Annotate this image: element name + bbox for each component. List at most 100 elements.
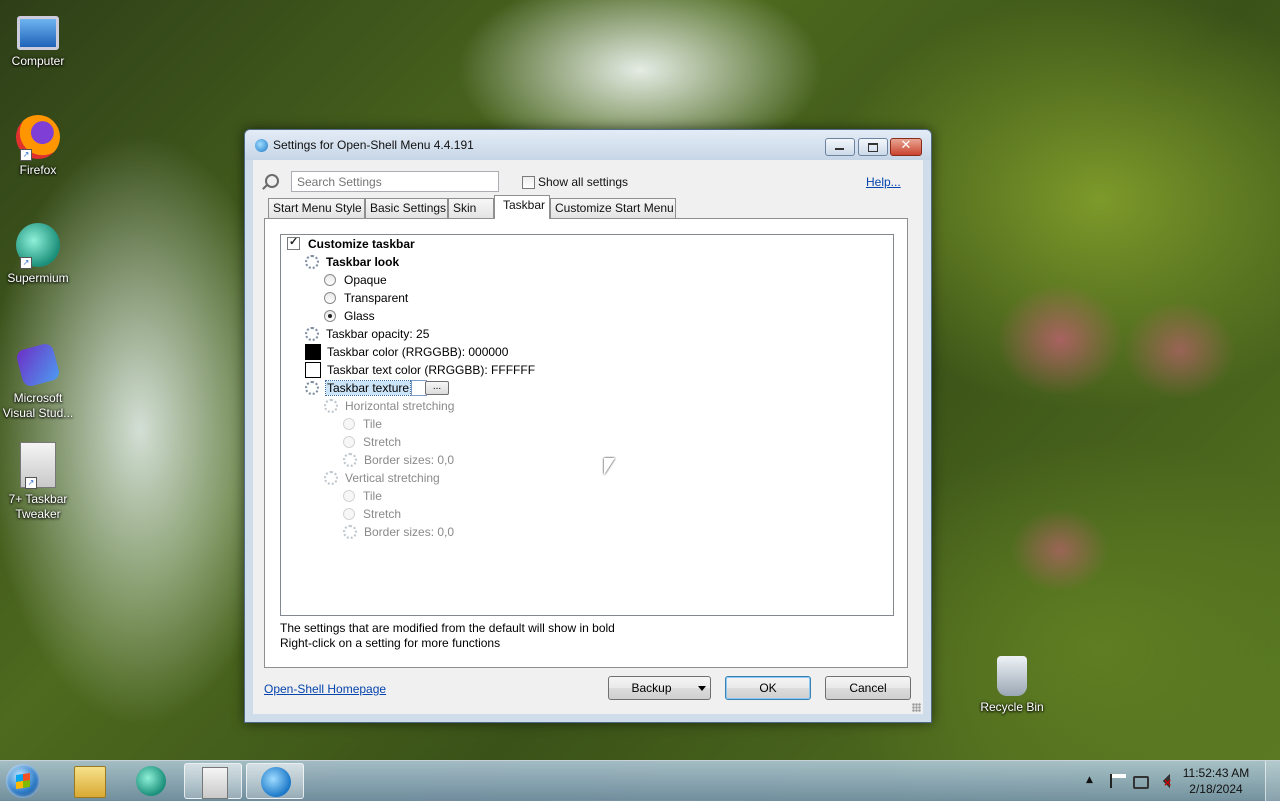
tree-item-label: Vertical stretching [345, 471, 440, 485]
tree-item-label: Customize taskbar [308, 237, 415, 251]
tab-basic-settings[interactable]: Basic Settings [365, 198, 448, 218]
tree-item-label: Taskbar opacity: 25 [326, 327, 430, 341]
backup-button[interactable]: Backup [608, 676, 711, 700]
shortcut-arrow-icon: ↗ [25, 477, 37, 489]
tree-item-label: Tile [363, 489, 382, 503]
desktop-icon-visual-studio[interactable]: Microsoft Visual Stud... [0, 342, 76, 421]
tree-item-taskbar-look[interactable]: Taskbar look [305, 253, 399, 271]
tree-item-h-tile: Tile [343, 415, 382, 433]
tree-item-label: Taskbar look [326, 255, 400, 269]
tree-item-taskbar-texture[interactable]: Taskbar texture [305, 379, 428, 397]
tree-item-v-stretch: Stretch [343, 505, 401, 523]
show-all-settings-checkbox[interactable] [522, 176, 535, 189]
tree-item-h-border-sizes: Border sizes: 0,0 [343, 451, 454, 469]
gear-icon [343, 452, 357, 467]
tree-item-label: Stretch [363, 507, 402, 521]
clock-date: 2/18/2024 [1189, 782, 1243, 796]
tree-item-v-border-sizes: Border sizes: 0,0 [343, 523, 454, 541]
desktop-icon-firefox[interactable]: ↗ Firefox [0, 115, 76, 178]
tree-item-taskbar-opacity[interactable]: Taskbar opacity: 25 [305, 325, 429, 343]
browse-texture-button[interactable]: ... [425, 381, 449, 395]
footnote-line: Right-click on a setting for more functi… [280, 636, 501, 650]
tree-item-h-stretch: Stretch [343, 433, 401, 451]
desktop-icon-label: 7+ Taskbar [8, 492, 68, 506]
glass-radio[interactable] [324, 309, 336, 322]
tree-item-taskbar-text-color[interactable]: Taskbar text color (RRGGBB): FFFFFF [305, 361, 535, 379]
taskbar-button-supermium[interactable] [122, 763, 180, 799]
desktop-icon-label: Supermium [7, 271, 69, 285]
open-shell-icon [261, 767, 291, 797]
gear-icon [324, 470, 338, 485]
taskbar-button-taskbar-tweaker[interactable] [184, 763, 242, 799]
show-all-settings-label[interactable]: Show all settings [538, 175, 628, 189]
tab-customize-start-menu[interactable]: Customize Start Menu [550, 198, 676, 218]
open-shell-homepage-link[interactable]: Open-Shell Homepage [264, 682, 386, 696]
tab-skin[interactable]: Skin [448, 198, 494, 218]
taskbar-button-open-shell[interactable] [246, 763, 304, 799]
tab-taskbar[interactable]: Taskbar [494, 195, 550, 219]
desktop-icon-label: Microsoft [13, 391, 63, 405]
minimize-button[interactable] [825, 138, 855, 156]
tree-item-label: Taskbar text color (RRGGBB): FFFFFF [327, 363, 536, 377]
desktop-icon-recycle-bin[interactable]: Recycle Bin [974, 656, 1050, 715]
help-link[interactable]: Help... [866, 175, 901, 189]
tree-item-glass[interactable]: Glass [324, 307, 375, 325]
computer-icon [17, 16, 59, 50]
tree-item-label: Tile [363, 417, 382, 431]
show-desktop-button[interactable] [1265, 761, 1280, 801]
backup-button-label: Backup [631, 681, 672, 695]
taskbar-text-color-swatch[interactable] [305, 361, 321, 378]
transparent-radio[interactable] [324, 291, 336, 304]
desktop-icon-supermium[interactable]: ↗ Supermium [0, 223, 76, 286]
desktop-icon-computer[interactable]: Computer [0, 10, 76, 69]
tree-item-label: Border sizes: 0,0 [364, 453, 455, 467]
taskbar-color-swatch[interactable] [305, 343, 321, 360]
action-center-flag-icon[interactable] [1110, 774, 1126, 788]
search-input[interactable] [291, 171, 499, 192]
settings-tree[interactable]: Customize taskbar Taskbar look Opaque Tr… [280, 233, 894, 616]
customize-taskbar-checkbox[interactable] [287, 233, 300, 251]
h-stretch-radio [343, 435, 355, 448]
close-icon: ✕ [900, 138, 912, 153]
window-client: Show all settings Help... Start Menu Sty… [253, 160, 923, 714]
firefox-icon: ↗ [16, 115, 60, 161]
gear-icon [305, 326, 319, 341]
show-hidden-icons-button[interactable]: ▲ [1086, 775, 1093, 785]
title-bar[interactable]: Settings for Open-Shell Menu 4.4.191 ✕ [245, 130, 931, 160]
resize-grip-icon[interactable] [912, 703, 921, 712]
ok-button[interactable]: OK [725, 676, 811, 700]
tree-item-customize-taskbar[interactable]: Customize taskbar [287, 233, 415, 253]
volume-muted-icon[interactable] [1156, 774, 1172, 789]
gear-icon [305, 254, 319, 269]
supermium-icon [136, 766, 166, 796]
settings-footnote: The settings that are modified from the … [280, 621, 615, 651]
clock-time: 11:52:43 AM [1182, 766, 1250, 780]
maximize-button[interactable] [858, 138, 888, 156]
network-icon[interactable] [1133, 776, 1149, 789]
tree-item-transparent[interactable]: Transparent [324, 289, 408, 307]
taskbar-button-explorer[interactable] [60, 763, 118, 799]
supermium-icon: ↗ [16, 223, 60, 269]
settings-window: Settings for Open-Shell Menu 4.4.191 ✕ S… [244, 129, 932, 723]
tree-item-label: Stretch [363, 435, 402, 449]
gear-icon [324, 398, 338, 413]
opaque-radio[interactable] [324, 273, 336, 286]
desktop-icon-taskbar-tweaker[interactable]: ↗ 7+ Taskbar Tweaker [0, 442, 76, 522]
recycle-bin-icon [997, 656, 1027, 696]
taskbar-clock[interactable]: 11:52:43 AM 2/18/2024 [1178, 765, 1254, 797]
mouse-cursor-icon [604, 458, 615, 475]
tree-item-vertical-stretching: Vertical stretching [324, 469, 440, 487]
start-button[interactable] [6, 764, 40, 798]
file-explorer-icon [74, 766, 106, 798]
tab-start-menu-style[interactable]: Start Menu Style [268, 198, 365, 218]
window-title: Settings for Open-Shell Menu 4.4.191 [273, 138, 474, 152]
tree-item-label: Taskbar texture [324, 380, 412, 396]
taskbar-tweaker-icon [202, 767, 228, 799]
visual-studio-icon [15, 342, 61, 388]
shortcut-arrow-icon: ↗ [20, 257, 32, 269]
tree-item-taskbar-color[interactable]: Taskbar color (RRGGBB): 000000 [305, 343, 508, 361]
desktop-icon-label: Recycle Bin [980, 700, 1044, 714]
tree-item-opaque[interactable]: Opaque [324, 271, 387, 289]
close-button[interactable]: ✕ [890, 138, 922, 156]
cancel-button[interactable]: Cancel [825, 676, 911, 700]
